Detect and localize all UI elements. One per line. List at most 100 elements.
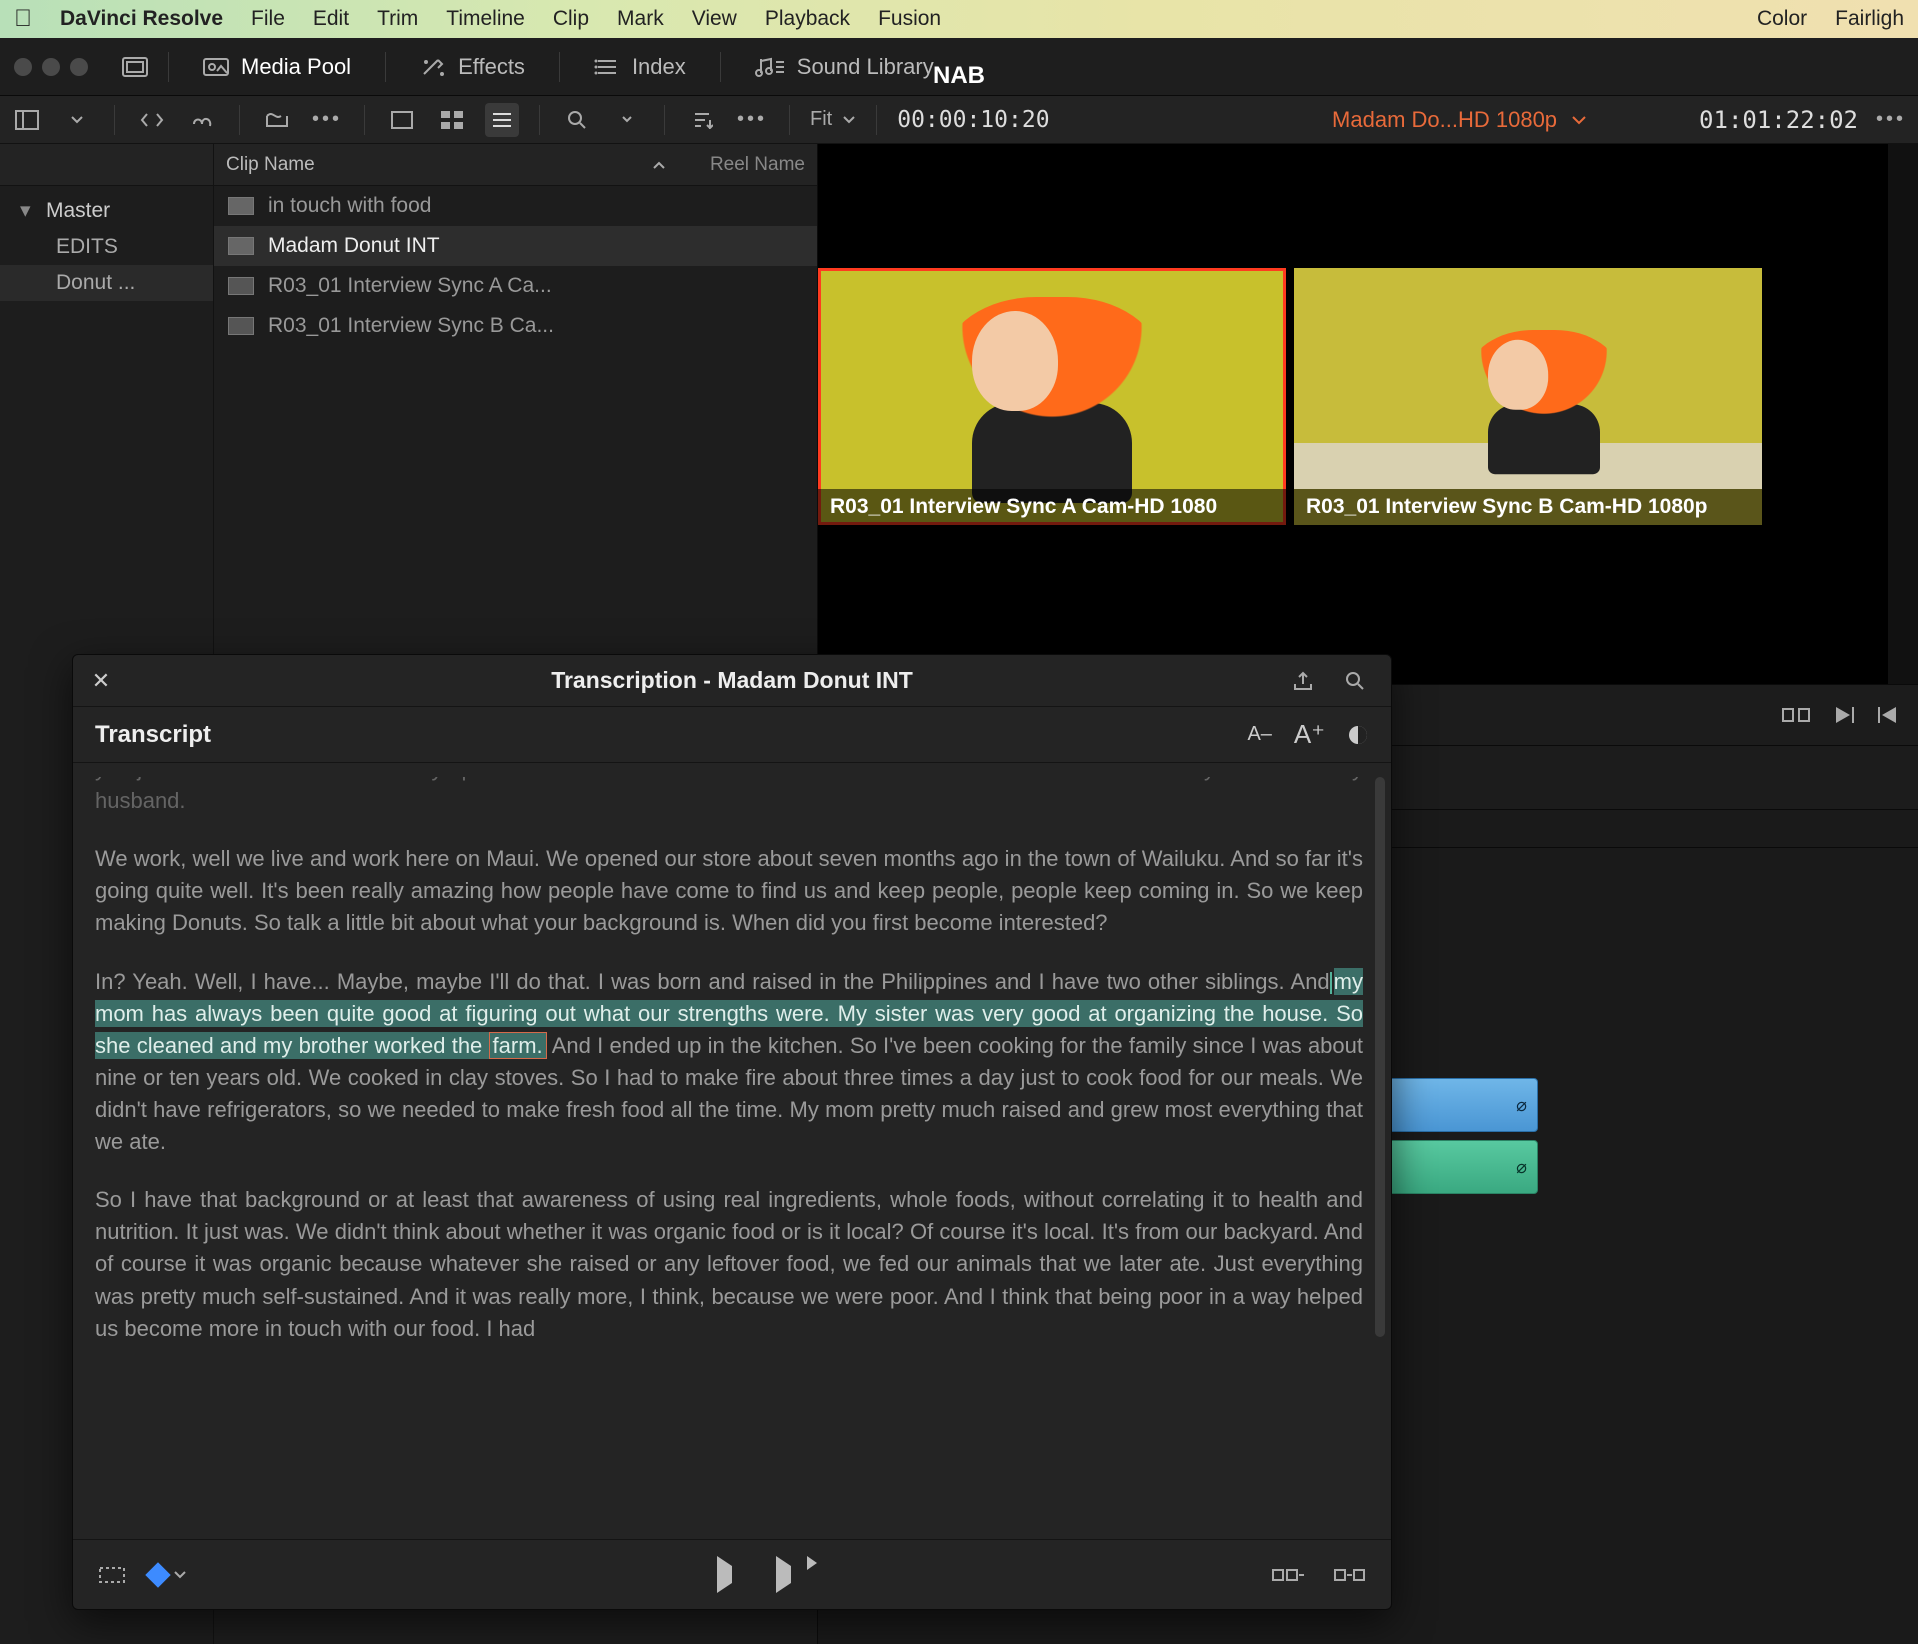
window-minimize-button[interactable] bbox=[42, 58, 60, 76]
thumbnail-view-button[interactable] bbox=[385, 103, 419, 137]
contrast-toggle-button[interactable] bbox=[1347, 724, 1369, 746]
menu-trim[interactable]: Trim bbox=[377, 7, 418, 31]
clip-name: in touch with food bbox=[268, 194, 431, 218]
menu-fusion[interactable]: Fusion bbox=[878, 7, 941, 31]
clip-row[interactable]: in touch with food bbox=[214, 186, 817, 226]
menu-fairlight[interactable]: Fairligh bbox=[1835, 7, 1904, 31]
transcript-tab[interactable]: Transcript bbox=[95, 721, 211, 749]
clip-row[interactable]: R03_01 Interview Sync A Ca... bbox=[214, 266, 817, 306]
sort-button[interactable] bbox=[685, 103, 719, 137]
import-media-button[interactable] bbox=[185, 103, 219, 137]
menu-view[interactable]: View bbox=[692, 7, 737, 31]
append-to-timeline-button[interactable] bbox=[1271, 1563, 1305, 1587]
transcription-footer bbox=[73, 1539, 1391, 1609]
clip-name-column-header[interactable]: Clip Name Reel Name bbox=[214, 144, 817, 186]
multicam-angle-b[interactable]: R03_01 Interview Sync B Cam-HD 1080p bbox=[1294, 268, 1762, 525]
index-icon bbox=[594, 56, 620, 78]
menu-clip[interactable]: Clip bbox=[553, 7, 589, 31]
transcript-scrollbar[interactable] bbox=[1375, 777, 1385, 1337]
close-button[interactable]: ✕ bbox=[87, 667, 115, 695]
match-frame-button[interactable] bbox=[1782, 705, 1810, 725]
search-transcript-button[interactable] bbox=[1329, 663, 1381, 699]
insert-to-timeline-button[interactable] bbox=[1333, 1563, 1367, 1587]
search-dropdown[interactable] bbox=[610, 103, 644, 137]
tab-index[interactable]: Index bbox=[580, 48, 700, 86]
workspace-layout-icon[interactable] bbox=[122, 56, 148, 78]
zoom-fit-select[interactable]: Fit bbox=[810, 108, 856, 131]
nav-back-forward-button[interactable] bbox=[135, 103, 169, 137]
angle-label: R03_01 Interview Sync B Cam-HD 1080p bbox=[1294, 489, 1762, 525]
transcript-current-word[interactable]: farm. bbox=[489, 1032, 547, 1059]
font-increase-button[interactable]: A⁺ bbox=[1294, 719, 1325, 750]
menu-timeline[interactable]: Timeline bbox=[446, 7, 525, 31]
window-zoom-button[interactable] bbox=[70, 58, 88, 76]
bin-label: EDITS bbox=[56, 235, 118, 259]
window-close-button[interactable] bbox=[14, 58, 32, 76]
export-transcript-button[interactable] bbox=[1277, 663, 1329, 699]
tab-effects[interactable]: Effects bbox=[406, 48, 539, 86]
bin-donut[interactable]: Donut ... bbox=[0, 265, 213, 301]
menu-mark[interactable]: Mark bbox=[617, 7, 664, 31]
more-ellipsis-button[interactable]: ••• bbox=[310, 103, 344, 137]
link-icon: ⌀ bbox=[1516, 1157, 1527, 1178]
video-clip-icon bbox=[228, 317, 254, 335]
source-viewer[interactable]: R03_01 Interview Sync A Cam-HD 1080 R03_… bbox=[818, 144, 1888, 684]
font-decrease-button[interactable]: A– bbox=[1247, 723, 1271, 746]
source-clip-name-dropdown[interactable]: Madam Do...HD 1080p bbox=[1332, 107, 1587, 133]
effects-icon bbox=[420, 56, 446, 78]
transcript-text-area[interactable]: you just want to sort of like an easy op… bbox=[95, 777, 1363, 1525]
play-around-button[interactable] bbox=[776, 1566, 791, 1584]
transcript-text: In? Yeah. Well, I have... Maybe, maybe I… bbox=[95, 969, 1330, 994]
next-edit-button[interactable] bbox=[1834, 705, 1854, 725]
panel-layout-button[interactable] bbox=[10, 103, 44, 137]
source-timecode[interactable]: 01:01:22:02 bbox=[1699, 106, 1858, 134]
tab-label: Index bbox=[632, 54, 686, 80]
transcript-paragraph[interactable]: you just want to sort of like an easy op… bbox=[95, 777, 1363, 817]
menu-playback[interactable]: Playback bbox=[765, 7, 850, 31]
link-icon: ⌀ bbox=[1516, 1095, 1527, 1116]
zoom-fit-label: Fit bbox=[810, 108, 832, 131]
transcript-paragraph[interactable]: In? Yeah. Well, I have... Maybe, maybe I… bbox=[95, 966, 1363, 1159]
prev-edit-button[interactable] bbox=[1878, 705, 1898, 725]
grid-view-button[interactable] bbox=[435, 103, 469, 137]
search-button[interactable] bbox=[560, 103, 594, 137]
list-view-button[interactable] bbox=[485, 103, 519, 137]
multicam-clip-icon bbox=[228, 237, 254, 255]
app-name[interactable]: DaVinci Resolve bbox=[60, 7, 223, 31]
menu-edit[interactable]: Edit bbox=[313, 7, 349, 31]
marker-dropdown[interactable] bbox=[149, 1566, 187, 1584]
clip-row[interactable]: Madam Donut INT bbox=[214, 226, 817, 266]
transcription-title: Transcription - Madam Donut INT bbox=[551, 667, 913, 694]
new-bin-button[interactable] bbox=[260, 103, 294, 137]
angle-label: R03_01 Interview Sync A Cam-HD 1080 bbox=[818, 489, 1286, 525]
bin-edits[interactable]: EDITS bbox=[0, 229, 213, 265]
video-clip-icon bbox=[228, 277, 254, 295]
transcript-paragraph[interactable]: We work, well we live and work here on M… bbox=[95, 843, 1363, 939]
sort-asc-icon bbox=[652, 160, 666, 170]
text-cursor bbox=[1330, 972, 1332, 994]
bin-label: Master bbox=[46, 199, 110, 223]
options-ellipsis-button[interactable]: ••• bbox=[735, 103, 769, 137]
menu-color[interactable]: Color bbox=[1757, 7, 1807, 31]
tab-media-pool[interactable]: Media Pool bbox=[189, 48, 365, 86]
transcription-titlebar[interactable]: ✕ Transcription - Madam Donut INT bbox=[73, 655, 1391, 707]
tab-sound-library[interactable]: Sound Library bbox=[741, 48, 948, 86]
project-title: NAB bbox=[933, 62, 985, 90]
viewer-options-ellipsis[interactable]: ••• bbox=[1874, 103, 1908, 137]
media-pool-icon bbox=[203, 56, 229, 78]
clip-row[interactable]: R03_01 Interview Sync B Ca... bbox=[214, 306, 817, 346]
insert-selection-button[interactable] bbox=[97, 1563, 127, 1587]
transcript-paragraph[interactable]: So I have that background or at least th… bbox=[95, 1184, 1363, 1345]
clip-name: R03_01 Interview Sync B Ca... bbox=[268, 314, 554, 338]
apple-logo-icon[interactable]:  bbox=[14, 5, 32, 33]
viewer-timecode[interactable]: 00:00:10:20 bbox=[897, 107, 1049, 133]
menu-file[interactable]: File bbox=[251, 7, 285, 31]
panel-layout-dropdown[interactable] bbox=[60, 103, 94, 137]
reel-name-column-header[interactable]: Reel Name bbox=[710, 154, 805, 176]
clip-name: R03_01 Interview Sync A Ca... bbox=[268, 274, 552, 298]
column-label: Clip Name bbox=[226, 154, 315, 176]
multicam-angle-a[interactable]: R03_01 Interview Sync A Cam-HD 1080 bbox=[818, 268, 1286, 525]
play-button[interactable] bbox=[717, 1566, 732, 1584]
chevron-down-icon: ▾ bbox=[20, 198, 36, 223]
bin-master[interactable]: ▾ Master bbox=[0, 192, 213, 229]
